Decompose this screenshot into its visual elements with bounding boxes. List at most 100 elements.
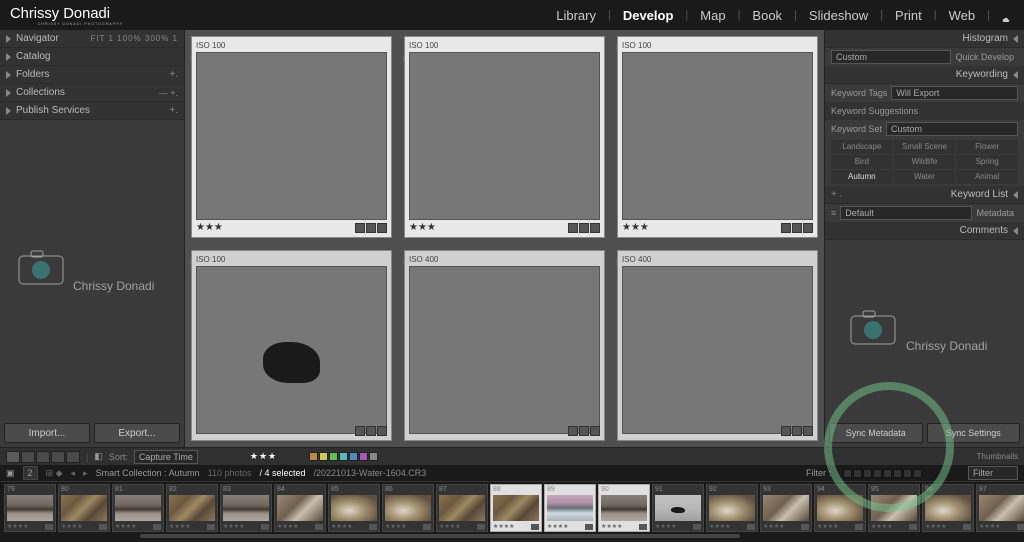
color-chip[interactable]	[329, 452, 338, 461]
keyword-cell[interactable]: Wildlife	[894, 155, 956, 169]
filmstrip-thumb[interactable]: 89 ★★★★	[544, 484, 596, 532]
module-book[interactable]: Book	[748, 6, 786, 25]
panel-folders[interactable]: Folders+.	[0, 66, 184, 84]
color-chip[interactable]	[319, 452, 328, 461]
panel-navigator[interactable]: NavigatorFIT 1 100% 300% 1	[0, 30, 184, 48]
keyword-badge-icon[interactable]	[579, 223, 589, 233]
keyword-badge-icon[interactable]	[792, 426, 802, 436]
filmstrip-thumb[interactable]: 93 ★★★★	[760, 484, 812, 532]
color-chip[interactable]	[339, 452, 348, 461]
metadata-badge-icon[interactable]	[781, 223, 791, 233]
thumbnail-image[interactable]	[196, 52, 387, 220]
import-button[interactable]: Import...	[4, 423, 90, 443]
keyword-badge-icon[interactable]	[579, 426, 589, 436]
filmstrip-thumb[interactable]: 81 ★★★★	[112, 484, 164, 532]
library-grid[interactable]: 88 ISO 100 ★★★ 89 ISO 100 ★★★ 90 ISO 100…	[185, 30, 824, 447]
nav-back-icon[interactable]: ◂	[71, 468, 76, 479]
module-develop[interactable]: Develop	[619, 6, 678, 25]
grid-cell[interactable]: 89 ISO 100 ★★★	[398, 30, 611, 244]
grid-cell[interactable]: 91 ISO 100	[185, 244, 398, 447]
keyword-tags-select[interactable]: Will Export	[891, 86, 1018, 100]
develop-badge-icon[interactable]	[590, 223, 600, 233]
color-chip[interactable]	[309, 452, 318, 461]
keyword-cell[interactable]: Flower	[956, 140, 1018, 154]
keyword-cell[interactable]: Bird	[831, 155, 893, 169]
thumbnail-image[interactable]	[622, 52, 813, 220]
develop-badge-icon[interactable]	[377, 223, 387, 233]
panel-keyword-list[interactable]: + .Keyword List	[825, 186, 1024, 204]
filmstrip-thumb[interactable]: 86 ★★★★	[382, 484, 434, 532]
filmstrip-thumb[interactable]: 92 ★★★★	[706, 484, 758, 532]
keyword-set-select[interactable]: Custom	[886, 122, 1018, 136]
grid-cell[interactable]: 92 ISO 400	[398, 244, 611, 447]
second-window-icon[interactable]: ▣	[6, 468, 15, 479]
color-chip[interactable]	[349, 452, 358, 461]
thumbnail-image[interactable]	[622, 266, 813, 434]
sync-metadata-button[interactable]: Sync Metadata	[829, 423, 923, 443]
filmstrip-thumb[interactable]: 90 ★★★★	[598, 484, 650, 532]
rating-filter[interactable]: ★★★	[250, 451, 277, 462]
color-chip[interactable]	[369, 452, 378, 461]
thumbnail-image[interactable]	[409, 266, 600, 434]
module-library[interactable]: Library	[552, 6, 600, 25]
keyword-cell[interactable]: Spring	[956, 155, 1018, 169]
thumbnail-image[interactable]	[196, 266, 387, 434]
filmstrip-thumb[interactable]: 80 ★★★★	[58, 484, 110, 532]
metadata-badge-icon[interactable]	[568, 223, 578, 233]
keyword-badge-icon[interactable]	[366, 426, 376, 436]
metadata-badge-icon[interactable]	[355, 223, 365, 233]
module-web[interactable]: Web	[945, 6, 980, 25]
filmstrip-thumb[interactable]: 84 ★★★★	[274, 484, 326, 532]
filmstrip-thumb[interactable]: 96 ★★★★	[922, 484, 974, 532]
filmstrip[interactable]: 79 ★★★★ 80 ★★★★ 81 ★★★★ 82 ★★★★ 83 ★★★★ …	[0, 481, 1024, 533]
develop-badge-icon[interactable]	[590, 426, 600, 436]
export-button[interactable]: Export...	[94, 423, 180, 443]
keyword-cell[interactable]: Small Scene	[894, 140, 956, 154]
metadata-badge-icon[interactable]	[355, 426, 365, 436]
nav-fwd-icon[interactable]: ▸	[83, 468, 88, 479]
module-print[interactable]: Print	[891, 6, 926, 25]
grid-cell[interactable]: 93 ISO 400	[611, 244, 824, 447]
source-path[interactable]: Smart Collection : Autumn	[96, 468, 200, 478]
add-publish-icon[interactable]: +.	[169, 105, 178, 116]
develop-badge-icon[interactable]	[377, 426, 387, 436]
filmstrip-thumb[interactable]: 83 ★★★★	[220, 484, 272, 532]
filmstrip-thumb[interactable]: 94 ★★★★	[814, 484, 866, 532]
cloud-sync-icon[interactable]	[998, 9, 1014, 21]
color-chip[interactable]	[359, 452, 368, 461]
grid-view-button[interactable]	[6, 451, 20, 463]
filter-preset-select[interactable]: Filter	[968, 466, 1018, 480]
metadata-badge-icon[interactable]	[781, 426, 791, 436]
module-map[interactable]: Map	[696, 6, 729, 25]
survey-view-button[interactable]	[51, 451, 65, 463]
panel-publish[interactable]: Publish Services+.	[0, 102, 184, 120]
keyword-suggestions-row[interactable]: Keyword Suggestions	[825, 102, 1024, 120]
panel-histogram[interactable]: Histogram	[825, 30, 1024, 48]
loupe-view-button[interactable]	[21, 451, 35, 463]
keyword-cell[interactable]: Animal	[956, 170, 1018, 184]
compare-view-button[interactable]	[36, 451, 50, 463]
quickdev-preset-select[interactable]: Custom	[831, 50, 951, 64]
filmstrip-thumb[interactable]: 82 ★★★★	[166, 484, 218, 532]
develop-badge-icon[interactable]	[803, 223, 813, 233]
navigator-zoom[interactable]: FIT 1 100% 300% 1	[90, 34, 178, 43]
metadata-badge-icon[interactable]	[568, 426, 578, 436]
module-slideshow[interactable]: Slideshow	[805, 6, 872, 25]
panel-collections[interactable]: Collections— +.	[0, 84, 184, 102]
filmstrip-thumb[interactable]: 88 ★★★★	[490, 484, 542, 532]
filmstrip-thumb[interactable]: 97 ★★★★	[976, 484, 1024, 532]
filmstrip-thumb[interactable]: 91 ★★★★	[652, 484, 704, 532]
filmstrip-thumb[interactable]: 85 ★★★★	[328, 484, 380, 532]
keyword-badge-icon[interactable]	[366, 223, 376, 233]
filmstrip-thumb[interactable]: 79 ★★★★	[4, 484, 56, 532]
thumbnail-image[interactable]	[409, 52, 600, 220]
develop-badge-icon[interactable]	[803, 426, 813, 436]
filmstrip-scrollbar[interactable]	[0, 533, 1024, 539]
keyword-badge-icon[interactable]	[792, 223, 802, 233]
people-view-button[interactable]	[66, 451, 80, 463]
panel-catalog[interactable]: Catalog	[0, 48, 184, 66]
filmstrip-thumb[interactable]: 95 ★★★★	[868, 484, 920, 532]
grid-cell[interactable]: 90 ISO 100 ★★★	[611, 30, 824, 244]
metadata-preset-select[interactable]: Default	[840, 206, 972, 220]
painter-icon[interactable]: ◧	[94, 451, 103, 462]
